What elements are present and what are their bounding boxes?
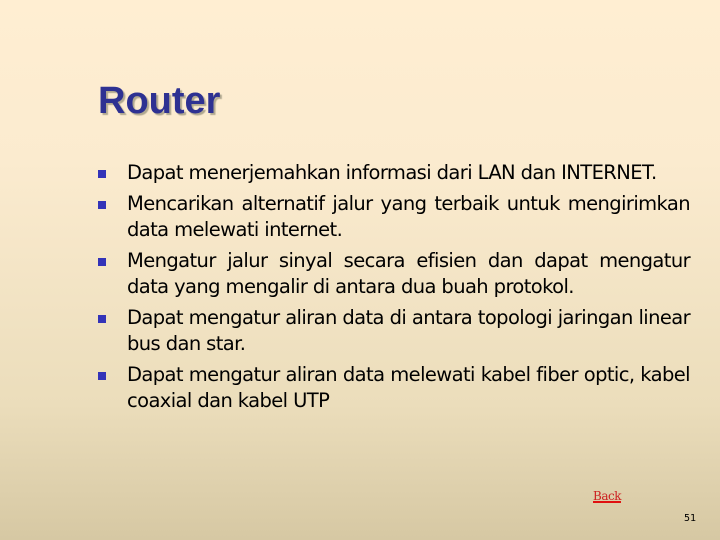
square-bullet-icon (98, 258, 106, 266)
square-bullet-icon (98, 170, 106, 178)
bullet-item: Mencarikan alternatif jalur yang terbaik… (96, 191, 691, 243)
square-bullet-icon (98, 372, 106, 380)
bullet-item: Mengatur jalur sinyal secara efisien dan… (96, 248, 691, 300)
slide: Router Dapat menerjemahkan informasi dar… (0, 0, 720, 540)
slide-title: Router (98, 80, 221, 122)
bullet-list: Dapat menerjemahkan informasi dari LAN d… (96, 160, 691, 419)
bullet-text: Dapat mengatur aliran data di antara top… (127, 306, 691, 355)
square-bullet-icon (98, 315, 106, 323)
bullet-item: Dapat menerjemahkan informasi dari LAN d… (96, 160, 690, 186)
page-number: 51 (684, 513, 697, 524)
bullet-text: Mengatur jalur sinyal secara efisien dan… (127, 249, 691, 298)
bullet-text: Dapat menerjemahkan informasi dari LAN d… (127, 161, 657, 184)
back-link[interactable]: Back (593, 489, 621, 503)
bullet-item: Dapat mengatur aliran data melewati kabe… (96, 362, 691, 414)
square-bullet-icon (98, 201, 106, 209)
bullet-text: Dapat mengatur aliran data melewati kabe… (127, 363, 691, 412)
bullet-item: Dapat mengatur aliran data di antara top… (96, 305, 691, 357)
bullet-text: Mencarikan alternatif jalur yang terbaik… (127, 192, 691, 241)
